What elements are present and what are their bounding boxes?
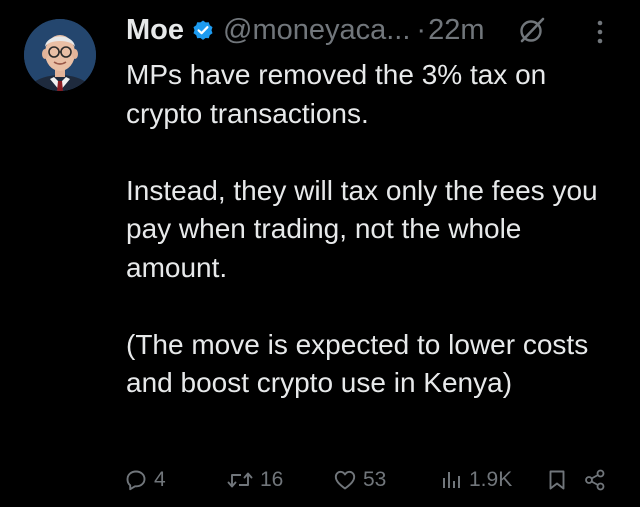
tweet-paragraph: Instead, they will tax only the fees you… xyxy=(126,174,598,283)
tweet-text: MPs have removed the 3% tax on crypto tr… xyxy=(126,56,626,403)
author-name[interactable]: Moe xyxy=(126,14,184,47)
repost-button[interactable]: 16 xyxy=(226,462,283,498)
author-handle[interactable]: @moneyaca... xyxy=(223,14,410,47)
bookmark-button[interactable] xyxy=(546,462,568,498)
verified-badge-icon xyxy=(191,18,215,42)
analytics-icon xyxy=(443,472,460,488)
tweet-header: Moe @moneyaca... · 22m xyxy=(126,10,485,50)
avatar-portrait-icon xyxy=(24,19,96,91)
like-count: 53 xyxy=(363,468,387,491)
view-count: 1.9K xyxy=(469,468,513,491)
grok-icon[interactable] xyxy=(516,14,548,46)
action-bar: 4 16 53 1.9K xyxy=(0,462,640,498)
avatar[interactable] xyxy=(24,19,96,91)
header-separator: · xyxy=(416,13,427,46)
share-button[interactable] xyxy=(583,462,607,498)
like-button[interactable]: 53 xyxy=(333,462,386,498)
share-icon xyxy=(585,469,605,491)
tweet-paragraph: (The move is expected to lower costs and… xyxy=(126,328,589,399)
reply-button[interactable]: 4 xyxy=(124,462,166,498)
heart-icon xyxy=(334,470,356,490)
timestamp[interactable]: 22m xyxy=(428,14,484,47)
tweet[interactable]: Moe @moneyaca... · 22m MPs have removed … xyxy=(0,0,640,507)
reply-count: 4 xyxy=(154,468,166,491)
reply-icon xyxy=(126,470,146,491)
tweet-paragraph: MPs have removed the 3% tax on crypto tr… xyxy=(126,59,547,129)
repost-count: 16 xyxy=(260,468,284,491)
more-options-icon[interactable] xyxy=(586,18,614,46)
bookmark-icon xyxy=(549,470,565,490)
views-button[interactable]: 1.9K xyxy=(439,462,512,498)
repost-icon xyxy=(227,472,253,488)
